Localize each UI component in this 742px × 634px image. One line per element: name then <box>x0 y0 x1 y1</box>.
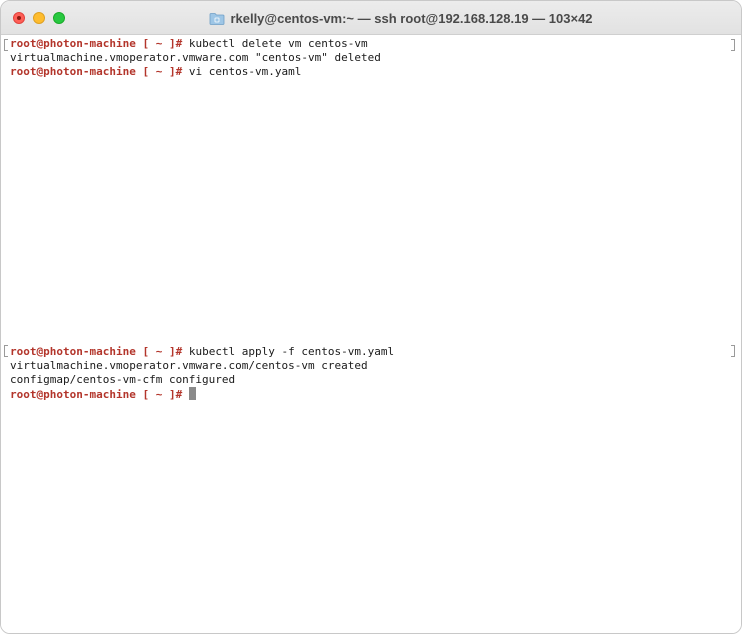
terminal-line: root@photon-machine [ ~ ]# kubectl apply… <box>10 345 394 359</box>
command-text <box>182 388 189 401</box>
window-title-group: rkelly@centos-vm:~ — ssh root@192.168.12… <box>1 1 741 35</box>
terminal-line: configmap/centos-vm-cfm configured <box>10 373 235 387</box>
mark-bracket-right <box>731 39 735 51</box>
terminal-line: virtualmachine.vmoperator.vmware.com/cen… <box>10 359 368 373</box>
prompt-user: root@photon-machine <box>10 388 136 401</box>
output-text: configmap/centos-vm-cfm configured <box>10 373 236 386</box>
output-text: virtualmachine.vmoperator.vmware.com "ce… <box>10 51 381 64</box>
terminal-line: root@photon-machine [ ~ ]# <box>10 387 196 401</box>
prompt-path: [ ~ ]# <box>135 388 183 401</box>
command-text: vi centos-vm.yaml <box>182 65 302 78</box>
folder-icon <box>209 12 225 25</box>
prompt-user: root@photon-machine <box>10 345 136 358</box>
mark-bracket-left <box>4 39 8 51</box>
prompt-user: root@photon-machine <box>10 37 136 50</box>
command-text: kubectl delete vm centos-vm <box>182 37 368 50</box>
terminal-line: root@photon-machine [ ~ ]# vi centos-vm.… <box>10 65 301 79</box>
terminal-content[interactable]: root@photon-machine [ ~ ]# kubectl delet… <box>1 35 741 633</box>
terminal-line: root@photon-machine [ ~ ]# kubectl delet… <box>10 37 368 51</box>
window-title: rkelly@centos-vm:~ — ssh root@192.168.12… <box>230 10 593 26</box>
prompt-user: root@photon-machine <box>10 65 136 78</box>
text-cursor <box>188 387 196 400</box>
prompt-path: [ ~ ]# <box>135 65 183 78</box>
output-text: virtualmachine.vmoperator.vmware.com/cen… <box>10 359 368 372</box>
mark-bracket-left <box>4 345 8 357</box>
prompt-path: [ ~ ]# <box>135 37 183 50</box>
terminal-line: virtualmachine.vmoperator.vmware.com "ce… <box>10 51 381 65</box>
title-bar[interactable]: rkelly@centos-vm:~ — ssh root@192.168.12… <box>1 1 741 35</box>
mark-bracket-right <box>731 345 735 357</box>
prompt-path: [ ~ ]# <box>135 345 183 358</box>
terminal-window: rkelly@centos-vm:~ — ssh root@192.168.12… <box>0 0 742 634</box>
command-text: kubectl apply -f centos-vm.yaml <box>182 345 395 358</box>
